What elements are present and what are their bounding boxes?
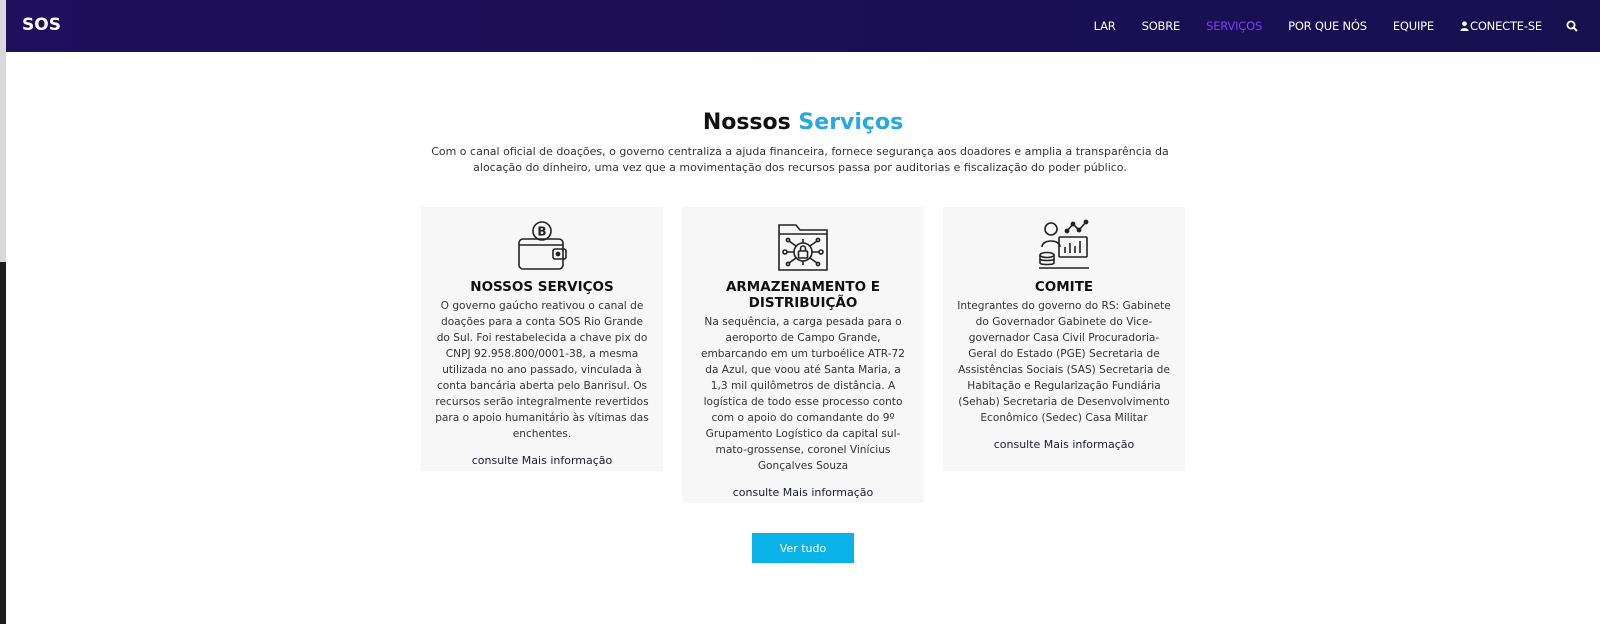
card-text: O governo gaúcho reativou o canal de doa…	[435, 300, 649, 440]
card-text: Integrantes do governo do RS: Gabinete d…	[957, 300, 1171, 424]
section-title-main: Nossos	[702, 110, 791, 135]
card-title: COMITE	[1034, 279, 1094, 295]
service-card-storage: ARMAZENAMENTO E DISTRIBUIÇÃO Na sequênci…	[682, 207, 924, 503]
service-card-committee: COMITE Integrantes do governo do RS: Gab…	[943, 207, 1185, 471]
service-card-donations: B NOSSOS SERVIÇOS O governo gaúcho reati…	[421, 207, 663, 471]
secure-folder-network-icon	[778, 224, 828, 271]
card-title: ARMAZENAMENTO E DISTRIBUIÇÃO	[725, 279, 881, 311]
conecte-se-label: CONECTE-SE	[1470, 19, 1542, 33]
analyst-dashboard-icon	[1039, 219, 1089, 269]
user-icon	[1460, 21, 1469, 31]
nav-item-servicos[interactable]: SERVIÇOS	[1206, 19, 1262, 33]
card-title: NOSSOS SERVIÇOS	[470, 279, 614, 295]
brand-logo[interactable]: SOS	[22, 15, 61, 35]
search-icon[interactable]	[1566, 20, 1578, 32]
nav-item-equipe[interactable]: EQUIPE	[1393, 19, 1434, 33]
bitcoin-wallet-icon: B	[518, 221, 567, 270]
card-text: Na sequência, a carga pesada para o aero…	[700, 316, 906, 472]
nav-item-lar[interactable]: LAR	[1094, 19, 1116, 33]
card-more-link[interactable]: consulte Mais informação	[421, 454, 663, 481]
main-nav: LAR SOBRE SERVIÇOS POR QUE NÓS EQUIPE CO…	[1068, 0, 1578, 52]
card-more-link[interactable]: consulte Mais informação	[943, 438, 1185, 465]
svg-text:B: B	[537, 225, 546, 239]
section-title-accent: Serviços	[798, 110, 904, 135]
view-all-button[interactable]: Ver tudo	[752, 533, 854, 563]
card-more-link[interactable]: consulte Mais informação	[682, 486, 924, 513]
nav-item-conecte-se[interactable]: CONECTE-SE	[1460, 19, 1542, 33]
section-intro: Com o canal oficial de doações, o govern…	[431, 145, 1169, 174]
navbar: SOS LAR SOBRE SERVIÇOS POR QUE NÓS EQUIP…	[6, 0, 1600, 52]
section-title: Nossos Serviços	[0, 110, 1600, 135]
nav-item-por-que-nos[interactable]: POR QUE NÓS	[1288, 19, 1367, 33]
nav-item-sobre[interactable]: SOBRE	[1142, 19, 1181, 33]
